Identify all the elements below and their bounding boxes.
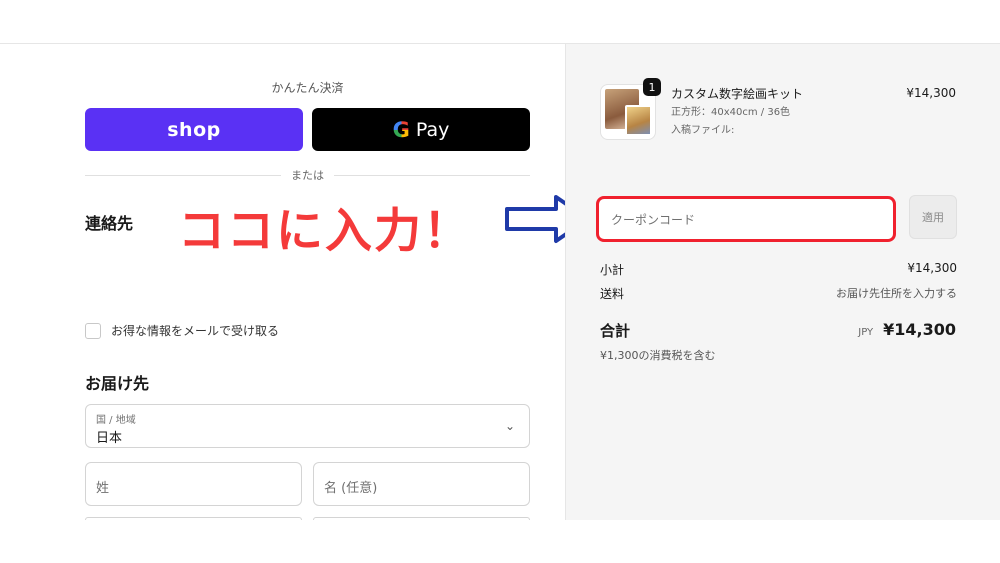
country-select-value: 日本	[96, 431, 123, 446]
checkout-form-column: かんたん決済 shop G Pay または 連絡先 ココに入力！ お得な情報をメ…	[0, 44, 590, 520]
newsletter-option[interactable]: お得な情報をメールで受け取る	[85, 322, 279, 339]
total-amount: JPY ¥14,300	[858, 320, 956, 339]
total-value: ¥14,300	[883, 320, 956, 339]
google-pay-label: Pay	[415, 118, 450, 141]
shop-pay-label: shop	[167, 118, 221, 141]
product-title: カスタム数字絵画キット	[671, 87, 804, 101]
shipping-label: 送料	[600, 287, 625, 301]
product-file-label: 入稿ファイル:	[671, 125, 735, 136]
coupon-placeholder: クーポンコード	[611, 213, 696, 227]
first-name-field[interactable]: 名 (任意)	[313, 462, 530, 506]
country-select-label: 国 / 地域	[96, 415, 136, 426]
shipping-row: 送料 お届け先住所を入力する	[600, 285, 957, 302]
chevron-down-icon: ⌄	[504, 419, 515, 433]
shipping-value: お届け先住所を入力する	[836, 287, 957, 300]
address-field-partial[interactable]	[313, 517, 530, 520]
tax-note: ¥1,300の消費税を含む	[600, 349, 716, 362]
coupon-input[interactable]: クーポンコード	[596, 196, 896, 242]
or-text: または	[291, 169, 324, 182]
google-g-icon: G	[392, 117, 410, 142]
last-name-field[interactable]: 姓	[85, 462, 302, 506]
divider-line-left	[85, 174, 281, 176]
product-variant: 正方形：40x40cm / 36色	[671, 107, 791, 118]
first-name-placeholder: 名 (任意)	[324, 481, 378, 496]
subtotal-value: ¥14,300	[907, 261, 957, 275]
express-checkout-title: かんたん決済	[271, 81, 344, 95]
divider-line-right	[334, 174, 530, 176]
newsletter-checkbox[interactable]	[85, 322, 101, 339]
subtotal-row: 小計 ¥14,300	[600, 261, 957, 278]
annotation-text: ココに入力！	[178, 204, 472, 259]
or-divider: または	[85, 167, 530, 183]
company-field-partial[interactable]	[85, 517, 302, 520]
shop-pay-button[interactable]: shop	[85, 108, 303, 151]
order-summary-column: 1 カスタム数字絵画キット 正方形：40x40cm / 36色 入稿ファイル: …	[565, 44, 1000, 520]
product-price: ¥14,300	[906, 86, 956, 100]
quantity-badge: 1	[643, 78, 661, 96]
total-currency: JPY	[858, 327, 874, 338]
google-pay-button[interactable]: G Pay	[312, 108, 530, 151]
newsletter-label: お得な情報をメールで受け取る	[111, 324, 280, 338]
delivery-heading: お届け先	[85, 374, 150, 393]
total-label: 合計	[600, 322, 631, 340]
country-select[interactable]: 国 / 地域 日本 ⌄	[85, 404, 530, 448]
apply-coupon-button[interactable]: 適用	[909, 195, 957, 239]
last-name-placeholder: 姓	[96, 481, 110, 496]
subtotal-label: 小計	[600, 263, 625, 277]
product-photo-front	[625, 105, 652, 136]
contact-heading: 連絡先	[85, 214, 134, 233]
